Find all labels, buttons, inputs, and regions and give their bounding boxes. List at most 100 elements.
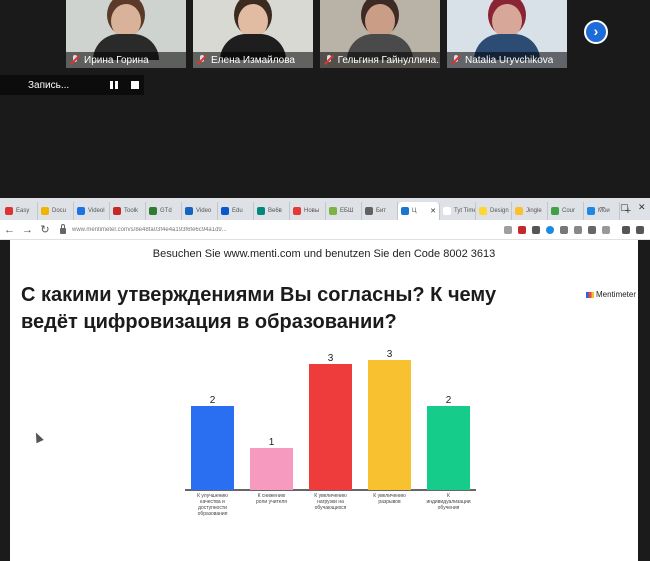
tab-favicon-icon bbox=[221, 207, 229, 215]
tab-label: Tyt Time bbox=[454, 208, 476, 214]
extension-icon[interactable] bbox=[622, 225, 630, 234]
tab-favicon-icon bbox=[149, 207, 157, 215]
tab-favicon-icon bbox=[329, 207, 337, 215]
tab-label: Design bbox=[490, 208, 509, 214]
tab-favicon-icon bbox=[587, 207, 595, 215]
browser-tab[interactable]: Video bbox=[182, 202, 218, 220]
participant-tile[interactable]: Елена Измайлова bbox=[193, 0, 313, 68]
bar-value-label: 1 bbox=[269, 437, 275, 448]
browser-tab[interactable]: GTd bbox=[146, 202, 182, 220]
close-window-icon[interactable]: ✕ bbox=[638, 202, 646, 213]
extension-icon[interactable] bbox=[546, 225, 554, 234]
participant-tile[interactable]: Ирина Горина bbox=[66, 0, 186, 68]
tab-label: Videol bbox=[88, 208, 105, 214]
chart-bar bbox=[191, 406, 234, 490]
browser-tab[interactable]: Cour bbox=[548, 202, 584, 220]
extension-icon[interactable] bbox=[574, 225, 582, 234]
browser-tab[interactable]: ЕБШ bbox=[326, 202, 362, 220]
participant-head bbox=[111, 4, 141, 38]
chart-bar bbox=[427, 406, 470, 490]
extension-icon[interactable] bbox=[560, 225, 568, 234]
tab-favicon-icon bbox=[5, 207, 13, 215]
stop-icon[interactable] bbox=[131, 81, 139, 89]
browser-tab[interactable]: Новы bbox=[290, 202, 326, 220]
extension-icon[interactable] bbox=[504, 225, 512, 234]
presentation-slide: Besuchen Sie www.menti.com und benutzen … bbox=[10, 242, 638, 561]
menu-icon[interactable] bbox=[636, 225, 644, 234]
forward-icon[interactable]: → bbox=[22, 224, 33, 236]
tab-favicon-icon bbox=[293, 207, 301, 215]
next-page-button[interactable]: › bbox=[584, 20, 608, 44]
browser-tab[interactable]: Design bbox=[476, 202, 512, 220]
chart-bar bbox=[368, 360, 411, 490]
tab-label: Docu bbox=[52, 208, 67, 214]
extension-icon[interactable] bbox=[518, 225, 526, 234]
bar-value-label: 2 bbox=[210, 395, 216, 406]
tab-label: GTd bbox=[160, 208, 172, 214]
tab-label: Toolk bbox=[124, 208, 139, 214]
extension-icon[interactable] bbox=[532, 225, 540, 234]
browser-tab[interactable]: Videol bbox=[74, 202, 110, 220]
tab-label: Edu bbox=[232, 208, 243, 214]
recording-label: Запись... bbox=[28, 79, 70, 91]
extension-icon[interactable] bbox=[602, 225, 610, 234]
tab-label: Ц bbox=[412, 208, 417, 214]
slide-border-right bbox=[638, 240, 650, 561]
minimize-icon[interactable]: – bbox=[600, 202, 605, 212]
participant-name: Гельгиня Гайнуллина... bbox=[337, 54, 440, 66]
tab-favicon-icon bbox=[77, 207, 85, 215]
tab-favicon-icon bbox=[551, 207, 559, 215]
participant-name: Ирина Горина bbox=[84, 54, 149, 66]
bar-chart: 2 К улучшению качества и доступности образов… bbox=[185, 349, 476, 517]
browser-tab[interactable]: Бит bbox=[362, 202, 398, 220]
bar-value-label: 3 bbox=[328, 353, 334, 364]
category-label: К улучшению качества и доступности образова… bbox=[197, 493, 228, 517]
tab-favicon-icon bbox=[479, 207, 487, 215]
tab-label: Бит bbox=[376, 208, 387, 214]
maximize-icon[interactable]: ▢ bbox=[620, 202, 629, 213]
browser-tab[interactable]: Ц ✕ bbox=[398, 202, 440, 220]
chart-bar bbox=[309, 364, 352, 490]
tab-strip: Easy Docu Videol Toolk GTd Video Edu Ве6в Новы ЕБ… bbox=[0, 198, 650, 220]
participant-name: Natalia Uryvchikova bbox=[465, 54, 554, 66]
url-field[interactable]: www.mentimeter.com/s/8e48fa03f4e4a193f6f… bbox=[72, 227, 504, 233]
bar-value-label: 2 bbox=[446, 395, 452, 406]
tab-favicon-icon bbox=[185, 207, 193, 215]
tab-favicon-icon bbox=[443, 207, 451, 215]
browser-tab[interactable]: Jingle bbox=[512, 202, 548, 220]
browser-tab[interactable]: Docu bbox=[38, 202, 74, 220]
tab-label: Новы bbox=[304, 208, 320, 214]
participant-head bbox=[492, 4, 522, 38]
browser-tab[interactable]: Tyt Time bbox=[440, 202, 476, 220]
participant-namebar: Елена Измайлова bbox=[193, 52, 313, 68]
tab-label: Cour bbox=[562, 208, 576, 214]
participant-namebar: Гельгиня Гайнуллина... bbox=[320, 52, 440, 68]
bar-value-label: 3 bbox=[387, 349, 393, 360]
extension-icon[interactable] bbox=[588, 225, 596, 234]
muted-mic-icon bbox=[451, 55, 461, 65]
recording-bar: Запись... bbox=[0, 75, 144, 95]
tab-favicon-icon bbox=[365, 207, 373, 215]
screen: Ирина Горина Елена Измайлова Гельгиня Гайн… bbox=[0, 0, 650, 561]
participant-tile[interactable]: Natalia Uryvchikova bbox=[447, 0, 567, 68]
participant-namebar: Ирина Горина bbox=[66, 52, 186, 68]
participant-head bbox=[365, 4, 395, 38]
tab-label: ЕБШ bbox=[340, 208, 354, 214]
reload-icon[interactable]: ↻ bbox=[40, 223, 50, 236]
address-bar: ← → ↻ www.mentimeter.com/s/8e48fa03f4e4a… bbox=[0, 220, 650, 240]
chart-bar bbox=[250, 448, 293, 490]
tab-favicon-icon bbox=[257, 207, 265, 215]
pause-icon[interactable] bbox=[110, 81, 118, 89]
browser-tab[interactable]: Edu bbox=[218, 202, 254, 220]
browser-tab[interactable]: Ве6в bbox=[254, 202, 290, 220]
back-icon[interactable]: ← bbox=[4, 224, 15, 236]
muted-mic-icon bbox=[324, 55, 334, 65]
close-tab-icon[interactable]: ✕ bbox=[430, 207, 436, 215]
browser-tab[interactable]: Easy bbox=[2, 202, 38, 220]
participant-head bbox=[238, 4, 268, 38]
category-label: К снижению роли учителя bbox=[256, 493, 287, 505]
shared-browser-window: Easy Docu Videol Toolk GTd Video Edu Ве6в Новы ЕБ… bbox=[0, 198, 650, 561]
tab-favicon-icon bbox=[41, 207, 49, 215]
participant-tile[interactable]: Гельгиня Гайнуллина... bbox=[320, 0, 440, 68]
browser-tab[interactable]: Toolk bbox=[110, 202, 146, 220]
